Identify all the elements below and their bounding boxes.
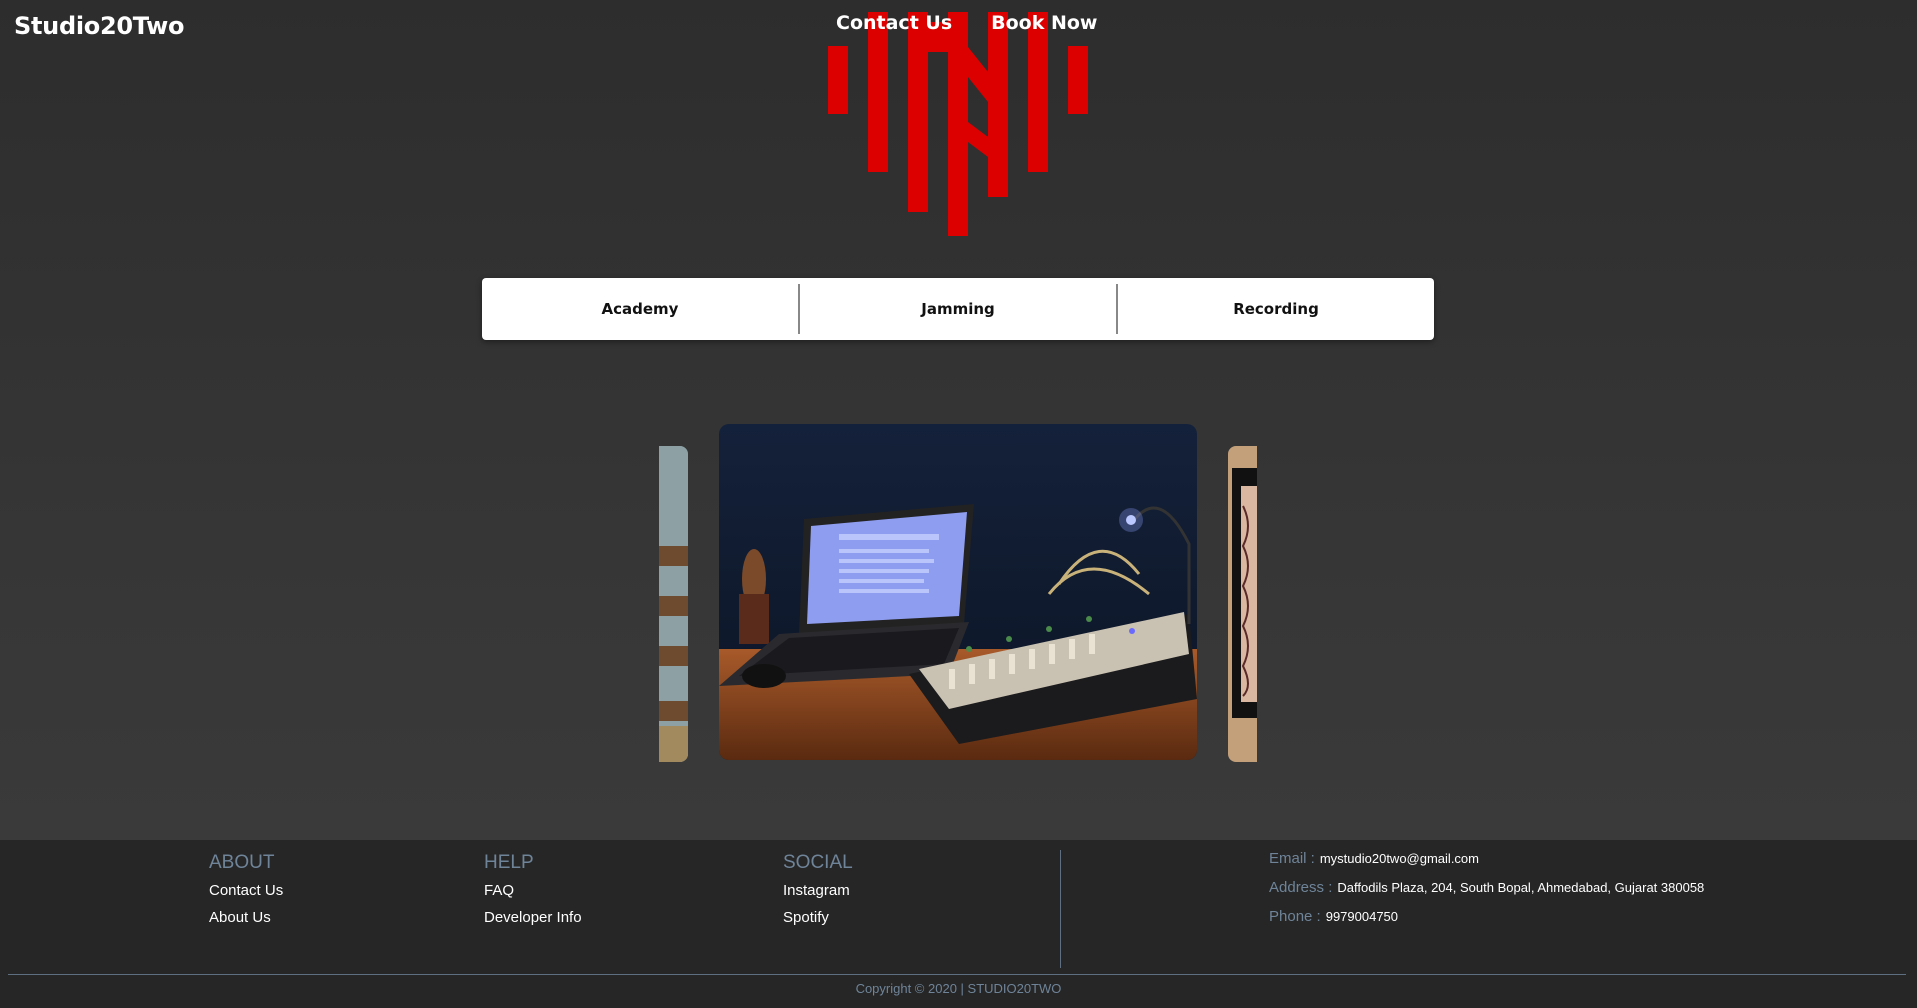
brand-logo-text[interactable]: Studio20Two (14, 12, 185, 40)
studio-equipment-photo (719, 424, 1197, 760)
footer-social-column: SOCIAL Instagram Spotify (783, 852, 853, 936)
footer-horizontal-divider (8, 974, 1906, 975)
tab-jamming[interactable]: Jamming (800, 278, 1116, 340)
email-label: Email : (1269, 850, 1315, 867)
top-nav: Contact Us Book Now (836, 12, 1097, 34)
service-tabs: Academy Jamming Recording (482, 278, 1434, 340)
studio-logo-icon (828, 12, 1088, 236)
footer-vertical-divider (1060, 850, 1061, 968)
phone-label: Phone : (1269, 908, 1321, 925)
carousel-slide-next[interactable] (1228, 446, 1257, 762)
footer-address-row: Address : Daffodils Plaza, 204, South Bo… (1269, 879, 1704, 896)
footer-help-column: HELP FAQ Developer Info (484, 852, 582, 936)
footer-about-us-link[interactable]: About Us (209, 909, 283, 926)
footer-contact-info: Email : mystudio20two@gmail.com Address … (1269, 850, 1704, 937)
phone-value[interactable]: 9979004750 (1326, 909, 1398, 924)
footer-about-column: ABOUT Contact Us About Us (209, 852, 283, 936)
contact-us-link[interactable]: Contact Us (836, 12, 952, 34)
image-carousel (0, 424, 1917, 762)
email-value[interactable]: mystudio20two@gmail.com (1320, 851, 1479, 866)
footer-contact-us-link[interactable]: Contact Us (209, 882, 283, 899)
address-label: Address : (1269, 879, 1333, 896)
footer-developer-info-link[interactable]: Developer Info (484, 909, 582, 926)
carousel-slide-active[interactable] (719, 424, 1197, 760)
footer-email-row: Email : mystudio20two@gmail.com (1269, 850, 1704, 867)
tab-academy[interactable]: Academy (482, 278, 798, 340)
footer-phone-row: Phone : 9979004750 (1269, 908, 1704, 925)
footer-instagram-link[interactable]: Instagram (783, 882, 853, 899)
site-footer: ABOUT Contact Us About Us HELP FAQ Devel… (0, 839, 1917, 1008)
footer-faq-link[interactable]: FAQ (484, 882, 582, 899)
footer-spotify-link[interactable]: Spotify (783, 909, 853, 926)
book-now-link[interactable]: Book Now (991, 12, 1097, 34)
footer-about-heading: ABOUT (209, 852, 275, 873)
carousel-slide-prev[interactable] (659, 446, 688, 762)
footer-help-heading: HELP (484, 852, 534, 873)
tab-recording[interactable]: Recording (1118, 278, 1434, 340)
footer-social-heading: SOCIAL (783, 852, 853, 873)
address-value: Daffodils Plaza, 204, South Bopal, Ahmed… (1337, 880, 1705, 895)
copyright-text: Copyright © 2020 | STUDIO20TWO (855, 981, 1062, 996)
